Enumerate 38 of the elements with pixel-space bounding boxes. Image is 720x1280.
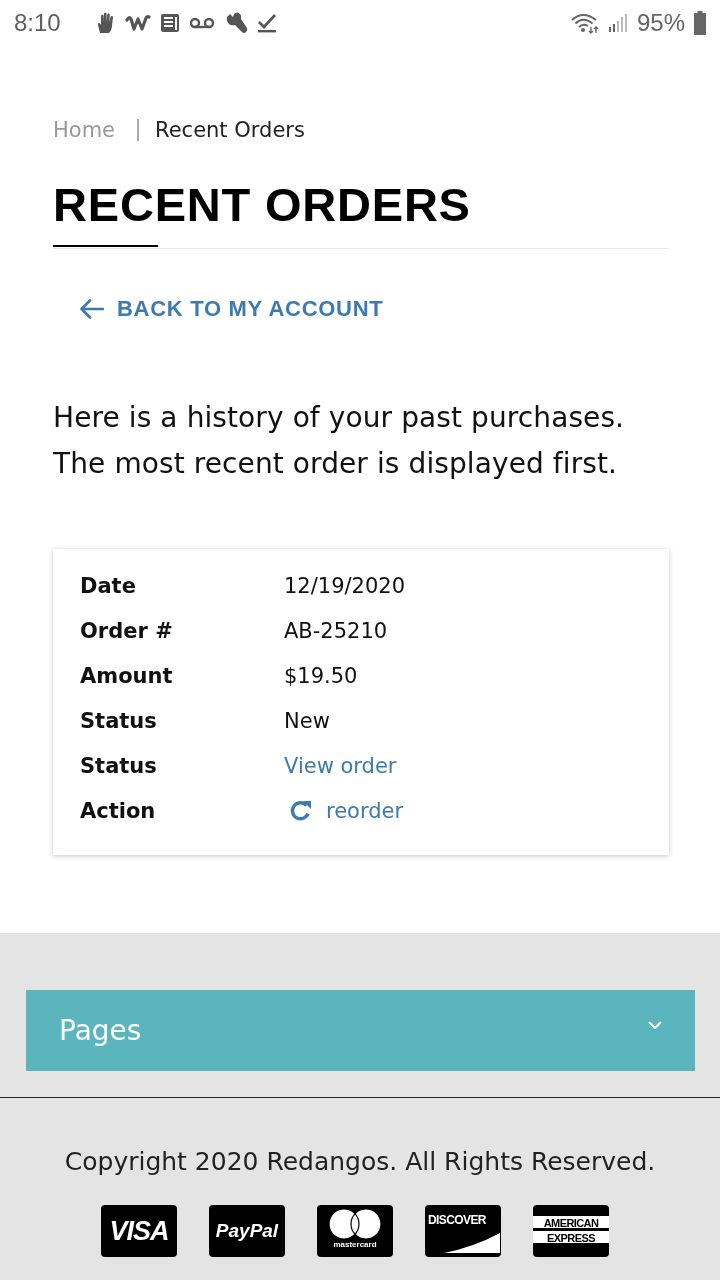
arrow-left-icon xyxy=(80,299,104,319)
field-value: New xyxy=(284,707,330,735)
battery-percent: 95% xyxy=(636,9,685,37)
copyright-text: Copyright 2020 Redangos. All Rights Reserved. xyxy=(63,1146,657,1178)
reorder-link[interactable]: reorder xyxy=(290,796,404,825)
newspaper-icon xyxy=(159,13,180,33)
field-label: Amount xyxy=(80,662,174,690)
accordion-header[interactable]: Pages xyxy=(26,990,695,1071)
view-order-link[interactable]: View order xyxy=(284,751,397,780)
payment-logo: VISA xyxy=(101,1205,177,1257)
status-time: 8:10 xyxy=(14,9,61,37)
field-value: AB-25210 xyxy=(284,617,388,645)
breadcrumb-link[interactable]: Home xyxy=(53,115,115,145)
voicemail-icon xyxy=(188,17,215,29)
checkmark-icon xyxy=(256,13,277,33)
field-value: $19.50 xyxy=(284,662,358,690)
squiggle-icon xyxy=(124,14,151,32)
field-label: Action xyxy=(80,797,157,825)
logo-text: DISCOVER xyxy=(428,1213,486,1227)
field-label: Status xyxy=(80,707,158,735)
payment-logo: PayPal xyxy=(209,1205,285,1257)
page-title: RECENT ORDERS xyxy=(53,177,472,233)
battery-icon xyxy=(694,11,706,35)
wifi-icon xyxy=(570,12,599,34)
logo-text: AMERICAN EXPRESS xyxy=(533,1216,609,1246)
breadcrumb-current: Recent Orders xyxy=(155,117,305,144)
chevron-down-icon xyxy=(648,1020,662,1029)
hand-icon xyxy=(95,12,116,34)
signal-icon xyxy=(607,13,628,33)
logo-text: mastercard xyxy=(333,1240,377,1250)
field-label: Date xyxy=(80,572,137,600)
back-link[interactable]: BACK TO MY ACCOUNT xyxy=(80,294,384,324)
field-label: Status xyxy=(80,752,158,780)
refresh-icon xyxy=(290,799,312,822)
swoosh-icon xyxy=(444,1233,500,1253)
field-value: 12/19/2020 xyxy=(284,572,406,600)
field-label: Order # xyxy=(80,617,174,645)
intro-text: Here is a history of your past purchases. The most recent order is displayed first. xyxy=(53,400,626,482)
